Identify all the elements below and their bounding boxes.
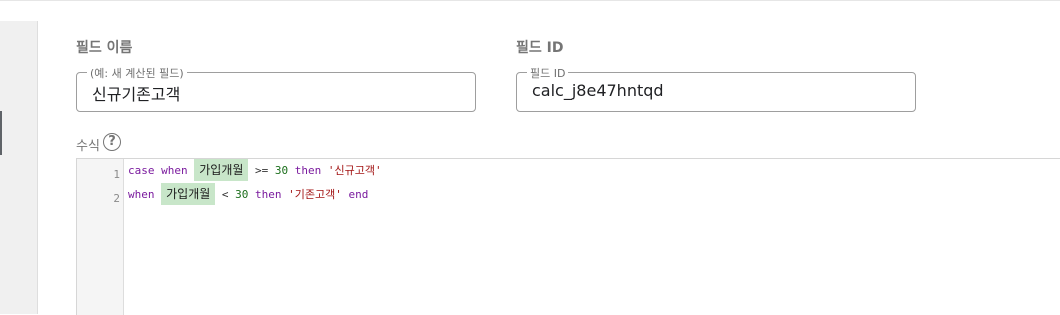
operator: >= xyxy=(255,164,269,177)
formula-label: 수식 xyxy=(76,139,100,154)
field-chip[interactable]: 가입개월 xyxy=(194,159,249,181)
field-id-value[interactable]: calc_j8e47hntqd xyxy=(532,81,664,100)
field-chip[interactable]: 가입개월 xyxy=(161,183,216,205)
keyword-then: then xyxy=(255,188,282,201)
help-icon[interactable]: ? xyxy=(103,133,121,151)
field-id-label: 필드 ID xyxy=(516,40,564,56)
code-line-2[interactable]: when 가입개월 < 30 then '기존고객' end xyxy=(128,183,368,205)
field-name-label: 필드 이름 xyxy=(76,40,133,56)
number-literal: 30 xyxy=(274,164,289,177)
field-name-value[interactable]: 신규기존고객 xyxy=(92,81,180,105)
line-number-gutter: 1 2 xyxy=(77,159,124,315)
field-id-legend: 필드 ID xyxy=(527,65,569,81)
panel-resize-handle[interactable] xyxy=(0,111,2,155)
formula-editor[interactable]: 1 2 case when 가입개월 >= 30 then '신규고객' whe… xyxy=(76,158,1060,315)
keyword-case: case xyxy=(128,164,155,177)
left-side-panel xyxy=(0,21,38,314)
string-literal: '신규고객' xyxy=(327,164,382,177)
line-number: 1 xyxy=(113,168,120,181)
code-line-1[interactable]: case when 가입개월 >= 30 then '신규고객' xyxy=(128,159,382,181)
line-number: 2 xyxy=(113,192,120,205)
string-literal: '기존고객' xyxy=(288,188,342,201)
number-literal: 30 xyxy=(235,188,249,201)
keyword-end: end xyxy=(348,188,369,201)
operator: < xyxy=(221,188,229,201)
keyword-then: then xyxy=(294,164,322,177)
top-divider xyxy=(0,0,1060,1)
keyword-when: when xyxy=(161,164,188,177)
field-name-placeholder: (예: 새 계산된 필드) xyxy=(87,65,187,81)
field-name-input[interactable]: (예: 새 계산된 필드) 신규기존고객 xyxy=(76,65,476,112)
field-id-input[interactable]: 필드 ID calc_j8e47hntqd xyxy=(516,65,916,112)
keyword-when: when xyxy=(128,188,155,201)
